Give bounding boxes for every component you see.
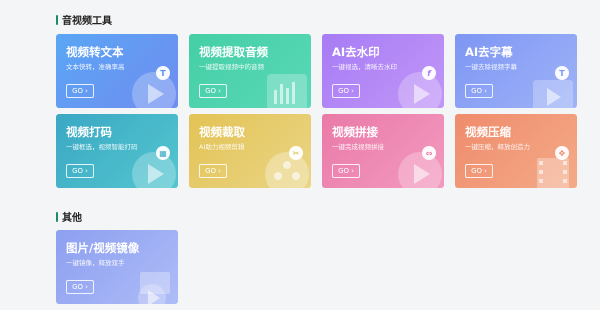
tool-title: 视频拼接 (332, 125, 378, 139)
go-label: GO (72, 87, 84, 95)
go-button[interactable]: GO › (465, 164, 493, 178)
tool-desc: 一键视选，清晰去水印 (332, 63, 397, 71)
film-strip-icon (537, 158, 569, 188)
merge-icon: ⇔ (422, 146, 436, 160)
tool-desc: 一键镜像，释放双手 (66, 259, 125, 267)
chevron-right-icon: › (85, 167, 88, 175)
tool-card-mirror[interactable]: 图片/视频镜像 一键镜像，释放双手 GO › (56, 230, 178, 304)
go-label: GO (205, 87, 217, 95)
tool-title: AI去水印 (332, 45, 380, 59)
watermark-icon: f (422, 66, 436, 80)
tool-card-remove-watermark[interactable]: AI去水印 一键视选，清晰去水印 GO › f (322, 34, 444, 108)
tool-title: AI去字幕 (465, 45, 513, 59)
tool-card-remove-subtitle[interactable]: AI去字幕 一键去除视频字幕 GO › T (455, 34, 577, 108)
go-button[interactable]: GO › (465, 84, 493, 98)
go-button[interactable]: GO › (199, 84, 227, 98)
clapper-icon (533, 80, 573, 108)
chevron-right-icon: › (351, 167, 354, 175)
tool-desc: 一键完成视频拼接 (332, 143, 384, 151)
play-circle-icon (132, 72, 176, 108)
tool-desc: 一键提取视频中的音频 (199, 63, 264, 71)
section-accent-bar (56, 211, 58, 222)
tool-title: 视频裁取 (199, 125, 245, 139)
play-circle-icon (398, 72, 442, 108)
section-title-label: 其他 (62, 213, 82, 224)
chevron-right-icon: › (484, 167, 487, 175)
tool-title: 视频提取音频 (199, 45, 268, 59)
tool-desc: 文本快转，准确率高 (66, 63, 125, 71)
go-button[interactable]: GO › (199, 164, 227, 178)
go-label: GO (72, 283, 84, 291)
go-label: GO (471, 167, 483, 175)
play-circle-icon (398, 152, 442, 188)
go-label: GO (72, 167, 84, 175)
tool-title: 视频转文本 (66, 45, 124, 59)
go-button[interactable]: GO › (66, 84, 94, 98)
go-label: GO (338, 87, 350, 95)
section-accent-bar (56, 14, 58, 25)
section-title-audio-video: 音视频工具 (56, 12, 112, 27)
tool-title: 视频打码 (66, 125, 112, 139)
mosaic-icon: ▦ (156, 146, 170, 160)
audio-wave-icon (267, 74, 307, 108)
go-label: GO (471, 87, 483, 95)
chevron-right-icon: › (218, 87, 221, 95)
section-title-label: 音视频工具 (62, 16, 112, 27)
go-button[interactable]: GO › (66, 164, 94, 178)
compress-icon: ✥ (555, 146, 569, 160)
go-button[interactable]: GO › (66, 280, 94, 294)
tool-card-extract-audio[interactable]: 视频提取音频 一键提取视频中的音频 GO › (189, 34, 311, 108)
subtitle-icon: T (555, 66, 569, 80)
chevron-right-icon: › (484, 87, 487, 95)
section-title-other: 其他 (56, 209, 82, 224)
film-reel-icon (265, 152, 309, 188)
mirror-icon (138, 272, 170, 304)
chevron-right-icon: › (351, 87, 354, 95)
tool-card-video-clip[interactable]: 视频裁取 AI助力视频剪辑 GO › ✂ (189, 114, 311, 188)
tool-card-video-merge[interactable]: 视频拼接 一键完成视频拼接 GO › ⇔ (322, 114, 444, 188)
tool-card-video-compress[interactable]: 视频压缩 一键压缩，释放创造力 GO › ✥ (455, 114, 577, 188)
tool-title: 图片/视频镜像 (66, 241, 140, 255)
chevron-right-icon: › (218, 167, 221, 175)
text-T-icon: T (156, 66, 170, 80)
scissors-icon: ✂ (289, 146, 303, 160)
go-label: GO (205, 167, 217, 175)
tool-desc: 一键去除视频字幕 (465, 63, 517, 71)
chevron-right-icon: › (85, 87, 88, 95)
tool-card-video-mosaic[interactable]: 视频打码 一键框选，视频智能打码 GO › ▦ (56, 114, 178, 188)
tool-card-video-to-text[interactable]: 视频转文本 文本快转，准确率高 GO › T (56, 34, 178, 108)
tool-desc: 一键压缩，释放创造力 (465, 143, 530, 151)
go-label: GO (338, 167, 350, 175)
tool-title: 视频压缩 (465, 125, 511, 139)
tool-desc: AI助力视频剪辑 (199, 143, 245, 151)
chevron-right-icon: › (85, 283, 88, 291)
play-circle-icon (132, 152, 176, 188)
go-button[interactable]: GO › (332, 164, 360, 178)
go-button[interactable]: GO › (332, 84, 360, 98)
